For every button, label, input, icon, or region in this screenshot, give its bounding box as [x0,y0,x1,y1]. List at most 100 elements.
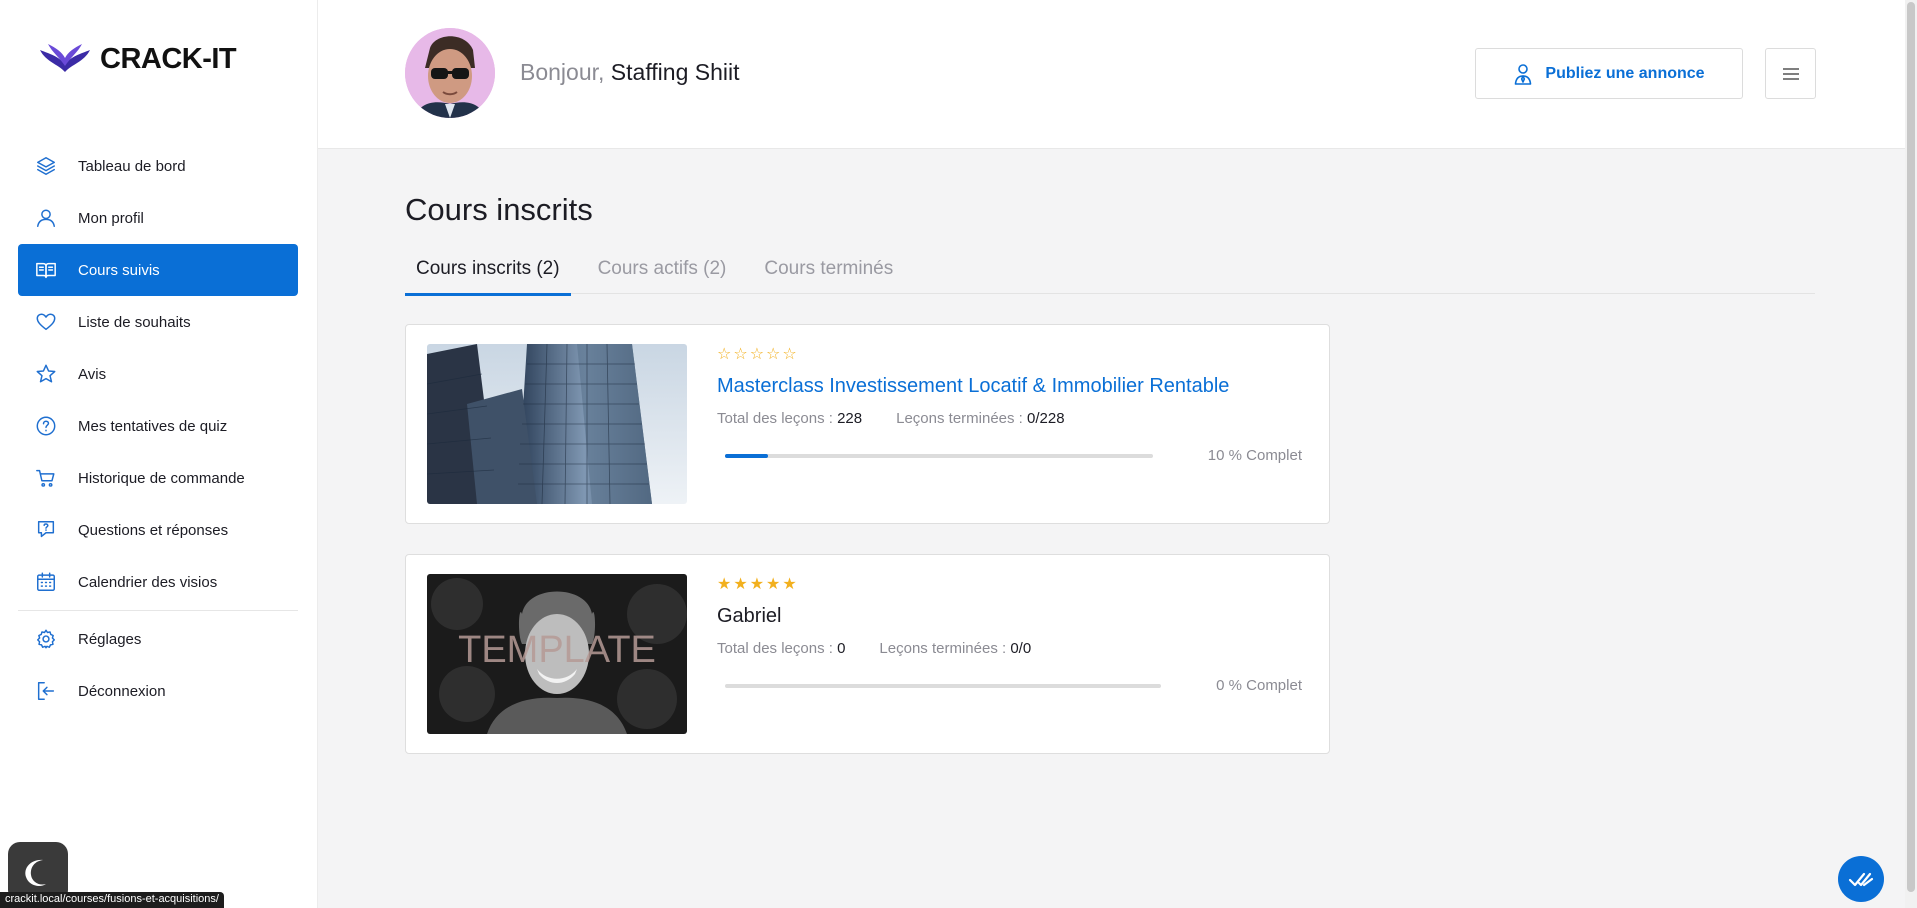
sidebar-item-label: Historique de commande [78,469,245,487]
scrollbar-thumb[interactable] [1907,2,1915,892]
progress-bar [725,453,1153,458]
course-thumbnail[interactable]: TEMPLATE [427,574,687,734]
sidebar-item-reviews[interactable]: Avis [18,348,298,400]
publish-ad-label: Publiez une annonce [1545,64,1705,82]
cart-icon [34,466,58,490]
course-body: ☆ ☆ ☆ ☆ ☆ Masterclass Investissement Loc… [717,347,1302,465]
rating-stars: ★ ★ ★ ★ ★ [717,577,1302,593]
progress-row: 10 % Complet [717,447,1302,464]
user-name: Staffing Shiit [610,59,740,85]
completed-lessons: Leçons terminées : 0/228 [896,410,1065,427]
progress-bar [725,683,1161,688]
sidebar-item-label: Réglages [78,630,142,648]
sidebar-item-qa[interactable]: Questions et réponses [18,504,298,556]
sidebar-item-settings[interactable]: Réglages [18,613,298,665]
page-title: Cours inscrits [405,192,593,227]
greeting-text: Bonjour, [520,59,605,85]
tab-completed[interactable]: Cours terminés [753,252,904,294]
completed-lessons: Leçons terminées : 0/0 [879,640,1032,657]
hamburger-icon [1782,67,1799,80]
building-photo [427,344,687,504]
heart-icon [34,310,58,334]
moon-icon [25,859,46,886]
portrait-photo: TEMPLATE [427,574,687,734]
progress-text: 10 % Complet [1207,447,1302,464]
sidebar-item-label: Mes tentatives de quiz [78,417,228,435]
course-card: TEMPLATE ★ ★ ★ ★ ★ Gabriel Total des leç… [405,554,1330,754]
sidebar-item-courses[interactable]: Cours suivis [18,244,298,296]
star-filled-icon: ★ [717,576,732,593]
course-meta: Total des leçons : 0 Leçons terminées : … [717,640,1302,657]
total-lessons-value: 228 [837,410,863,427]
sidebar-item-logout[interactable]: Déconnexion [18,665,298,717]
sidebar-item-label: Liste de souhaits [78,313,191,331]
publish-ad-button[interactable]: Publiez une annonce [1475,48,1743,99]
sidebar-item-dashboard[interactable]: Tableau de bord [18,140,298,192]
star-empty-icon: ☆ [733,346,748,363]
logo-text: CRACK-IT [100,42,237,75]
total-lessons: Total des leçons : 0 [717,640,846,657]
gear-icon [34,627,58,651]
question-icon [34,414,58,438]
course-body: ★ ★ ★ ★ ★ Gabriel Total des leçons : 0 L… [717,577,1302,695]
star-filled-icon: ★ [782,576,797,593]
star-filled-icon: ★ [733,576,748,593]
sidebar-item-orders[interactable]: Historique de commande [18,452,298,504]
star-empty-icon: ☆ [782,346,797,363]
star-empty-icon: ☆ [717,346,732,363]
sidebar-item-profile[interactable]: Mon profil [18,192,298,244]
user-photo [405,28,495,118]
course-card: ☆ ☆ ☆ ☆ ☆ Masterclass Investissement Loc… [405,324,1330,524]
course-title[interactable]: Gabriel [717,605,1302,628]
wing-logo-icon [40,44,90,72]
sidebar-item-label: Déconnexion [78,682,166,700]
star-empty-icon: ☆ [749,346,765,363]
progress-row: 0 % Complet [717,677,1302,694]
total-lessons-value: 0 [837,640,846,657]
top-header: Bonjour, Staffing Shiit Publiez une anno… [318,0,1905,149]
sidebar: CRACK-IT Tableau de bord Mon profil Cour… [0,0,318,908]
calendar-icon [34,570,58,594]
greeting: Bonjour, Staffing Shiit [520,59,740,86]
tab-active[interactable]: Cours actifs (2) [587,252,738,294]
watermark-text: TEMPLATE [458,629,656,671]
sidebar-nav: Tableau de bord Mon profil Cours suivis … [18,140,298,717]
completed-lessons-value: 0/228 [1027,410,1065,427]
sidebar-item-label: Avis [78,365,107,383]
sidebar-item-quiz[interactable]: Mes tentatives de quiz [18,400,298,452]
star-filled-icon: ★ [766,576,781,593]
user-icon [34,206,58,230]
status-bar-url: crackit.local/courses/fusions-et-acquisi… [0,892,224,908]
progress-text: 0 % Complet [1216,677,1302,694]
rating-stars: ☆ ☆ ☆ ☆ ☆ [717,347,1302,363]
layers-icon [34,154,58,178]
logo[interactable]: CRACK-IT [38,42,237,76]
double-check-icon [1848,872,1874,887]
sidebar-item-label: Questions et réponses [78,521,229,539]
course-thumbnail[interactable] [427,344,687,504]
page-scrollbar[interactable] [1905,0,1917,908]
qa-icon [34,518,58,542]
star-empty-icon: ☆ [766,346,781,363]
logout-icon [34,679,58,703]
menu-button[interactable] [1765,48,1816,99]
star-icon [34,362,58,386]
progress-fill [725,453,768,458]
sidebar-item-label: Calendrier des visios [78,573,218,591]
sidebar-item-label: Tableau de bord [78,157,186,175]
sidebar-item-wishlist[interactable]: Liste de souhaits [18,296,298,348]
course-meta: Total des leçons : 228 Leçons terminées … [717,410,1302,427]
sidebar-item-calendar[interactable]: Calendrier des visios [18,556,298,608]
completed-lessons-value: 0/0 [1010,640,1032,657]
avatar[interactable] [405,28,495,118]
course-tabs: Cours inscrits (2) Cours actifs (2) Cour… [405,252,1815,296]
sidebar-divider [18,610,298,611]
total-lessons: Total des leçons : 228 [717,410,863,427]
sidebar-item-label: Cours suivis [78,261,160,279]
user-tie-icon [1515,63,1532,85]
course-title-link[interactable]: Masterclass Investissement Locatif & Imm… [717,375,1302,398]
floating-action-button[interactable] [1838,856,1884,902]
sidebar-item-label: Mon profil [78,209,144,227]
book-icon [34,258,58,282]
tab-enrolled[interactable]: Cours inscrits (2) [405,252,571,296]
